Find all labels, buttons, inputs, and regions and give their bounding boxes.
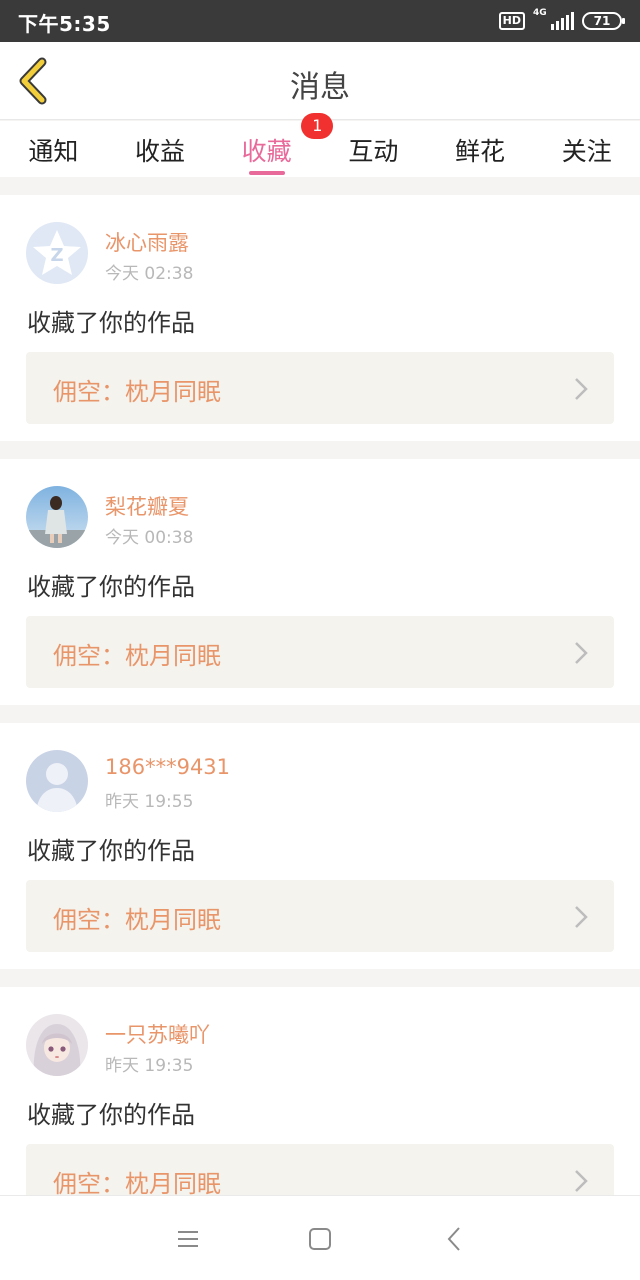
photo-avatar[interactable]	[26, 486, 88, 548]
network-type: 4G	[533, 8, 547, 18]
chevron-right-icon	[575, 1170, 588, 1192]
work-title: 佣空：枕月同眠	[53, 378, 221, 406]
tab-flowers[interactable]: 鲜花	[427, 121, 534, 177]
message-card: Z 冰心雨露 今天 02:38 收藏了你的作品 佣空：枕月同眠	[0, 195, 640, 441]
chevron-right-icon	[575, 378, 588, 400]
chevron-right-icon	[575, 906, 588, 928]
svg-text:Z: Z	[50, 245, 63, 266]
work-title: 佣空：枕月同眠	[53, 906, 221, 934]
page-title: 消息	[290, 70, 350, 105]
status-time: 下午5:35	[18, 12, 111, 36]
username[interactable]: 冰心雨露	[105, 227, 189, 257]
tab-label: 鲜花	[455, 137, 506, 166]
tab-label: 关注	[561, 137, 612, 166]
system-nav-bar	[0, 1195, 640, 1280]
work-link[interactable]: 佣空：枕月同眠	[26, 352, 614, 424]
tab-label: 互动	[348, 137, 399, 166]
tab-interactions[interactable]: 互动	[320, 121, 427, 177]
message-time: 今天 00:38	[105, 528, 194, 548]
battery-icon: 71	[582, 12, 625, 30]
header: 消息	[0, 42, 640, 120]
message-list: Z 冰心雨露 今天 02:38 收藏了你的作品 佣空：枕月同眠 梨花瓣夏 今天 …	[0, 195, 640, 1251]
message-card: 梨花瓣夏 今天 00:38 收藏了你的作品 佣空：枕月同眠	[0, 459, 640, 705]
tab-follows[interactable]: 关注	[533, 121, 640, 177]
tab-label: 收益	[135, 137, 186, 166]
chevron-right-icon	[575, 642, 588, 664]
menu-icon[interactable]	[173, 1224, 203, 1254]
status-bar: 下午5:35 HD 4G 71	[0, 0, 640, 42]
hd-icon: HD	[498, 12, 525, 30]
work-link[interactable]: 佣空：枕月同眠	[26, 616, 614, 688]
message-time: 今天 02:38	[105, 264, 194, 284]
back-icon[interactable]	[440, 1224, 470, 1254]
signal-icon: 4G	[533, 8, 574, 30]
tab-favorites[interactable]: 收藏 1	[213, 113, 334, 177]
tab-bar: 通知 收益 收藏 1 互动 鲜花 关注	[0, 113, 640, 177]
home-icon[interactable]	[305, 1224, 335, 1254]
work-title: 佣空：枕月同眠	[53, 1170, 221, 1198]
default-person-avatar[interactable]	[26, 750, 88, 812]
work-link[interactable]: 佣空：枕月同眠	[26, 880, 614, 952]
tab-label: 收藏	[241, 137, 292, 166]
username[interactable]: 一只苏曦吖	[105, 1019, 210, 1049]
message-time: 昨天 19:55	[105, 792, 194, 812]
tab-earnings[interactable]: 收益	[107, 121, 214, 177]
username[interactable]: 186***9431	[105, 755, 230, 779]
username[interactable]: 梨花瓣夏	[105, 491, 189, 521]
message-time: 昨天 19:35	[105, 1056, 194, 1076]
message-text: 收藏了你的作品	[27, 837, 195, 865]
message-text: 收藏了你的作品	[27, 1101, 195, 1129]
work-title: 佣空：枕月同眠	[53, 642, 221, 670]
message-card: 186***9431 昨天 19:55 收藏了你的作品 佣空：枕月同眠	[0, 723, 640, 969]
tab-notifications[interactable]: 通知	[0, 121, 107, 177]
tab-label: 通知	[28, 137, 79, 166]
message-text: 收藏了你的作品	[27, 573, 195, 601]
qq-default-avatar[interactable]: Z	[26, 222, 88, 284]
anime-avatar[interactable]	[26, 1014, 88, 1076]
message-text: 收藏了你的作品	[27, 309, 195, 337]
